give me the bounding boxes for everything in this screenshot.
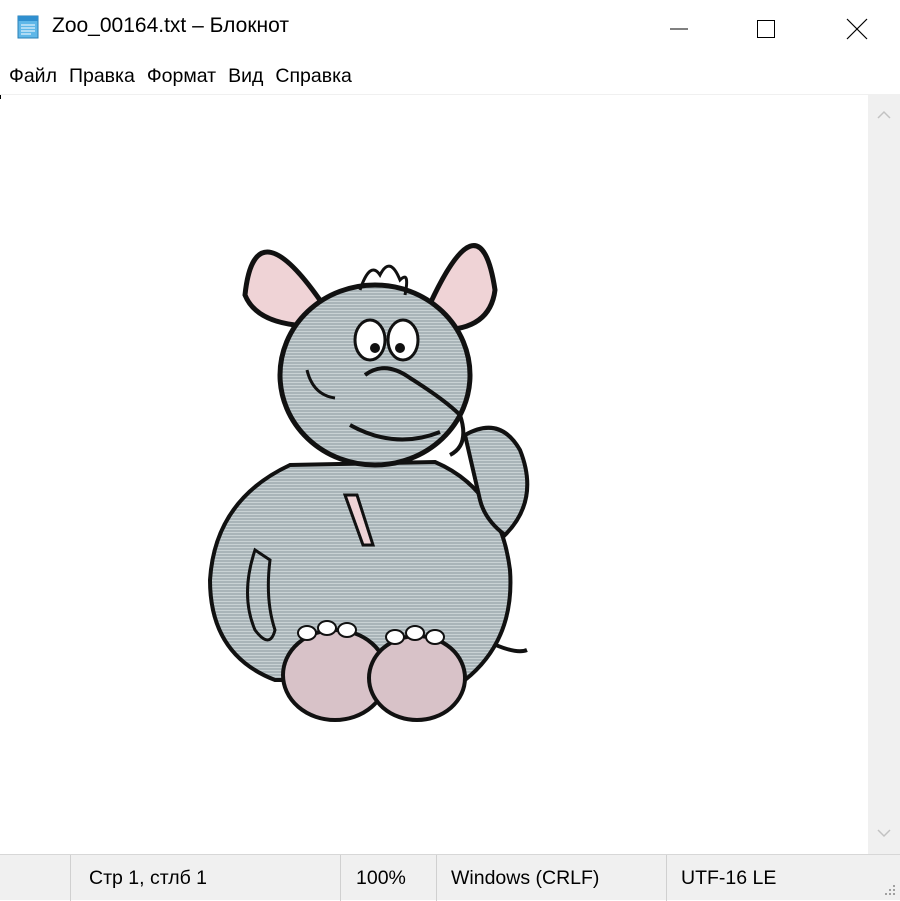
minimize-button[interactable]: [633, 0, 725, 58]
elephant-ascii-art: [207, 243, 530, 722]
cursor-position: Стр 1, стлб 1: [70, 855, 340, 901]
window-title: Zoo_00164.txt – Блокнот: [52, 14, 289, 37]
scroll-up-button[interactable]: [868, 94, 900, 134]
status-bar: Стр 1, стлб 1 100% Windows (CRLF) UTF-16…: [0, 854, 900, 901]
line-endings: Windows (CRLF): [436, 855, 666, 901]
menu-edit[interactable]: Правка: [63, 59, 141, 93]
zoom-level: 100%: [340, 855, 436, 901]
maximize-icon: [757, 20, 775, 38]
scroll-down-button[interactable]: [868, 814, 900, 854]
minimize-icon: [670, 28, 688, 30]
menu-help[interactable]: Справка: [269, 59, 358, 93]
chevron-down-icon: [877, 829, 891, 838]
menu-file[interactable]: Файл: [3, 59, 63, 93]
notepad-icon: [17, 15, 39, 39]
menu-bar: Файл Правка Формат Вид Справка: [0, 58, 900, 94]
resize-grip-icon[interactable]: [882, 882, 896, 896]
encoding: UTF-16 LE: [666, 855, 900, 901]
vertical-scrollbar[interactable]: [868, 94, 900, 854]
maximize-button[interactable]: [720, 0, 812, 58]
chevron-up-icon: [877, 110, 891, 119]
title-bar: Zoo_00164.txt – Блокнот: [0, 0, 900, 58]
close-icon: [846, 18, 868, 40]
menu-format[interactable]: Формат: [141, 59, 222, 93]
text-caret: [0, 95, 1, 99]
close-button[interactable]: [811, 0, 900, 58]
menu-view[interactable]: Вид: [222, 59, 269, 93]
